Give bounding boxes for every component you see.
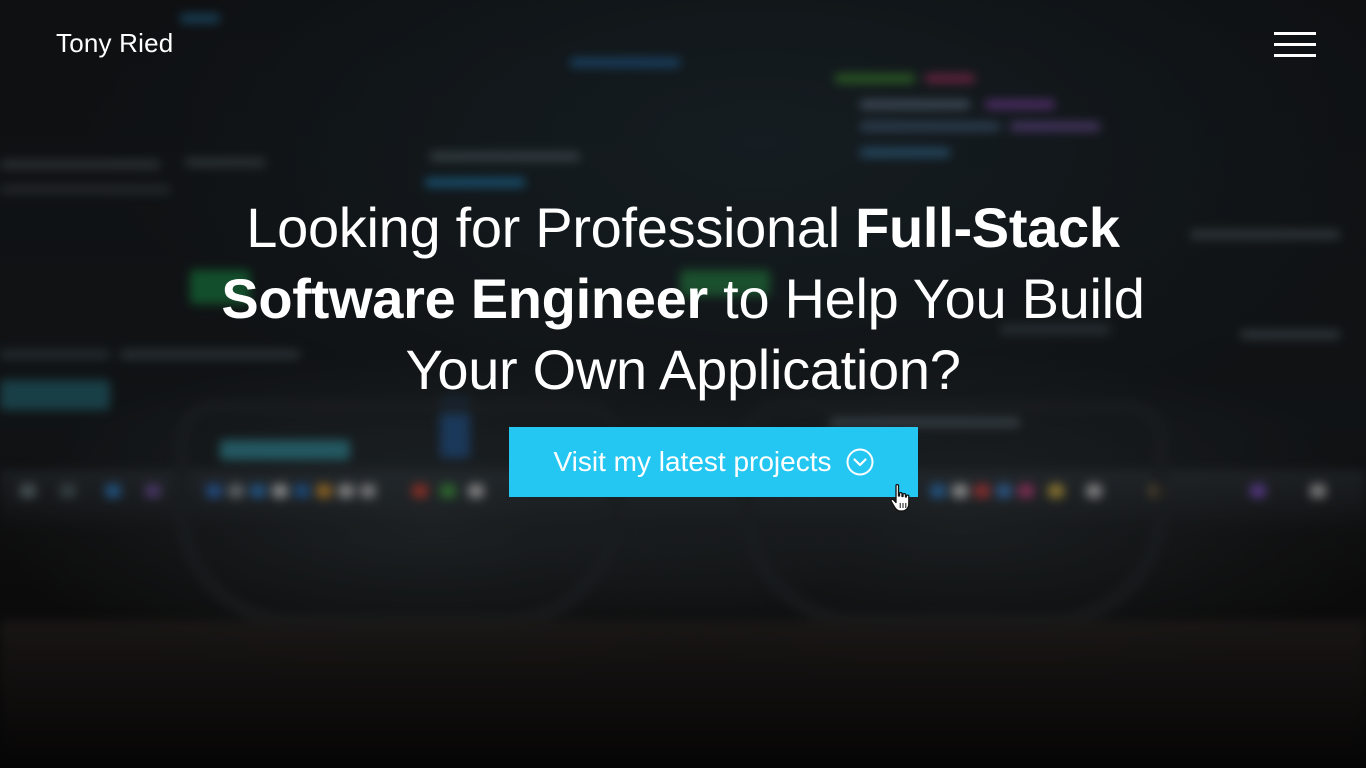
site-brand[interactable]: Tony Ried bbox=[56, 28, 173, 59]
visit-projects-button[interactable]: Visit my latest projects bbox=[509, 427, 918, 497]
menu-bar bbox=[1274, 54, 1316, 57]
cta-label: Visit my latest projects bbox=[553, 446, 832, 477]
menu-bar bbox=[1274, 32, 1316, 35]
headline-text: Looking for Professional bbox=[246, 196, 856, 259]
hero-section: Tony Ried Looking for Professional Full-… bbox=[0, 0, 1366, 768]
hamburger-menu-icon[interactable] bbox=[1272, 30, 1318, 60]
pointer-cursor-icon bbox=[889, 483, 913, 513]
hero-headline: Looking for Professional Full-Stack Soft… bbox=[183, 192, 1183, 405]
chevron-down-circle-icon bbox=[846, 448, 874, 476]
menu-bar bbox=[1274, 43, 1316, 46]
